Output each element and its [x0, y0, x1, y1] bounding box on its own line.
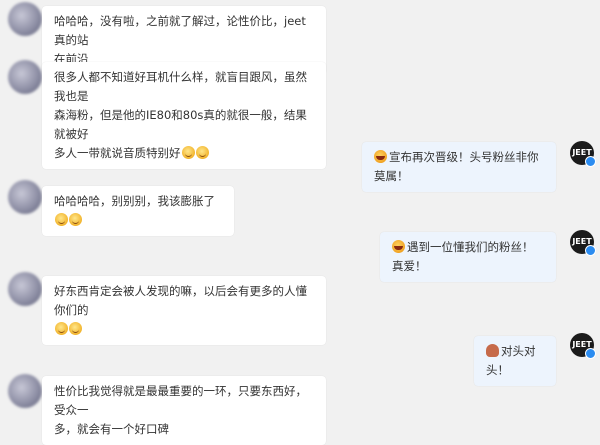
user-avatar[interactable] — [8, 272, 42, 306]
message-line: 哈哈哈，没有啦，之前就了解过，论性价比，jeet真的站 — [54, 14, 306, 47]
smile-emoji-icon — [69, 213, 82, 226]
message-line: 性价比我觉得就是最最重要的一环，只要东西好，受众一 — [54, 384, 307, 417]
smile-emoji-icon — [55, 213, 68, 226]
message-bubble-incoming: 哈哈哈哈，别别别，我该膨胀了 — [42, 186, 234, 236]
brand-avatar[interactable]: JEET — [570, 230, 596, 256]
message-line: 很多人都不知道好耳机什么样，就盲目跟风，虽然我也是 — [54, 70, 307, 103]
verified-badge-icon — [585, 156, 596, 167]
message-bubble-outgoing: 遇到一位懂我们的粉丝！真爱！ — [380, 232, 556, 282]
message-line: 多人一带就说音质特别好 — [54, 146, 181, 160]
message-bubble-incoming: 很多人都不知道好耳机什么样，就盲目跟风，虽然我也是 森海粉，但是他的IE80和8… — [42, 62, 326, 169]
smile-emoji-icon — [181, 146, 195, 159]
verified-badge-icon — [585, 245, 596, 256]
message-bubble-incoming: 好东西肯定会被人发现的嘛，以后会有更多的人懂你们的 — [42, 276, 326, 345]
message-bubble-outgoing: 宣布再次晋级！头号粉丝非你莫属！ — [362, 142, 556, 192]
verified-badge-icon — [585, 348, 596, 359]
message-line: 森海粉，但是他的IE80和80s真的就很一般，结果就被好 — [54, 108, 307, 141]
octopus-icon — [486, 344, 499, 357]
user-avatar[interactable] — [8, 2, 42, 36]
message-bubble-outgoing: 对头对头！ — [474, 336, 556, 386]
brand-avatar[interactable]: JEET — [570, 333, 596, 359]
smile-emoji-icon — [55, 322, 68, 335]
message-line: 多，就会有一个好口碑 — [54, 422, 169, 436]
laugh-icon — [392, 240, 405, 253]
message-text: 遇到一位懂我们的粉丝！真爱！ — [392, 240, 534, 273]
user-avatar[interactable] — [8, 180, 42, 214]
message-bubble-incoming: 性价比我觉得就是最最重要的一环，只要东西好，受众一 多，就会有一个好口碑 — [42, 376, 326, 445]
brand-avatar[interactable]: JEET — [570, 141, 596, 167]
chat-thread: 哈哈哈，没有啦，之前就了解过，论性价比，jeet真的站 在前沿 很多人都不知道好… — [0, 0, 600, 445]
smile-emoji-icon — [195, 146, 209, 159]
message-line: 好东西肯定会被人发现的嘛，以后会有更多的人懂你们的 — [54, 284, 307, 317]
smile-emoji-icon — [69, 322, 82, 335]
laugh-icon — [374, 150, 387, 163]
message-text: 宣布再次晋级！头号粉丝非你莫属！ — [374, 150, 539, 183]
user-avatar[interactable] — [8, 60, 42, 94]
user-avatar[interactable] — [8, 374, 42, 408]
message-text: 哈哈哈哈，别别别，我该膨胀了 — [54, 194, 215, 208]
